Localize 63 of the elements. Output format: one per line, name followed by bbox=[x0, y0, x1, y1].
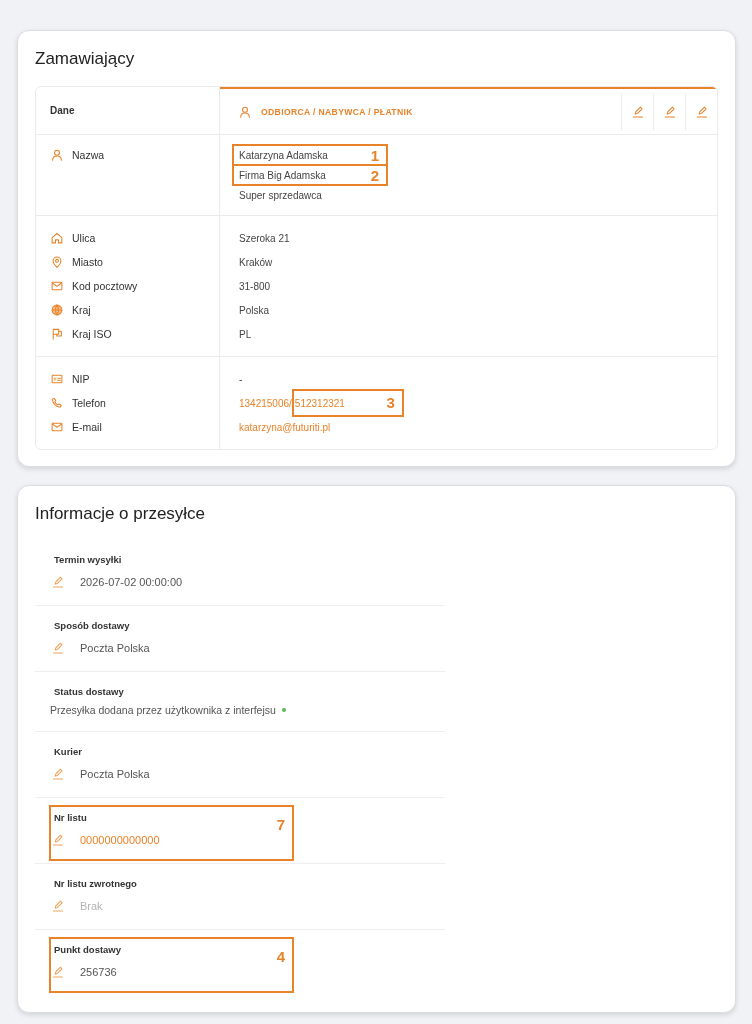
person-icon bbox=[239, 105, 251, 118]
card-title: Informacje o przesyłce bbox=[35, 503, 206, 525]
callout-number: 1 bbox=[369, 147, 380, 163]
tab[interactable]: ODBIORCA / NABYWCA / PŁATNIK bbox=[220, 89, 621, 134]
field-label: Kraj bbox=[72, 304, 91, 316]
id-card-icon bbox=[51, 373, 63, 385]
envelope-icon bbox=[51, 280, 63, 292]
field-label: Kraj ISO bbox=[72, 328, 112, 340]
house-icon bbox=[51, 232, 63, 244]
field-label: Telefon bbox=[72, 397, 106, 409]
globe-icon bbox=[51, 304, 63, 316]
field-value: Szeroka 21 bbox=[239, 232, 290, 244]
field-label: E-mail bbox=[72, 421, 102, 433]
phone-link[interactable]: 512312321 bbox=[294, 397, 345, 409]
field-value: PL bbox=[239, 328, 252, 340]
phone-icon bbox=[51, 397, 63, 409]
field-value: Poczta Polska bbox=[80, 642, 150, 654]
field-label: Kod pocztowy bbox=[72, 280, 138, 292]
callout-number: 2 bbox=[369, 167, 380, 183]
link[interactable]: 0000000000000 bbox=[80, 834, 160, 846]
status-text: Przesyłka dodana przez użytkownika z interfejsu bbox=[50, 704, 276, 716]
field-label: NIP bbox=[72, 373, 90, 385]
field-value: 31-800 bbox=[239, 280, 271, 292]
callout-number: 4 bbox=[275, 949, 286, 964]
field-label: Nazwa bbox=[72, 149, 105, 161]
field-value: Poczta Polska bbox=[80, 768, 150, 780]
field-label: Ulica bbox=[72, 232, 96, 244]
field-value: Super sprzedawca bbox=[239, 189, 322, 201]
map-pin-icon bbox=[51, 256, 63, 268]
field-value: - bbox=[239, 373, 243, 385]
pencil-icon bbox=[631, 105, 644, 118]
pencil-icon[interactable] bbox=[52, 834, 64, 846]
field-value: Polska bbox=[239, 304, 269, 316]
field-label: Punkt dostawy bbox=[54, 943, 122, 957]
field-label: Sposób dostawy bbox=[54, 619, 130, 633]
pencil-icon[interactable] bbox=[52, 642, 64, 654]
envelope-icon bbox=[51, 421, 63, 433]
callout-number: 7 bbox=[275, 817, 286, 832]
placeholder-text: Brak bbox=[80, 900, 103, 912]
pencil-icon bbox=[695, 105, 708, 118]
field-value: 2026-07-02 00:00:00 bbox=[80, 576, 183, 588]
card-title: Zamawiający bbox=[35, 48, 135, 70]
pencil-icon[interactable] bbox=[52, 900, 64, 912]
field-value: Kraków bbox=[239, 256, 273, 268]
email-link[interactable]: katarzyna@futuriti.pl bbox=[239, 421, 331, 433]
field-label: Miasto bbox=[72, 256, 103, 268]
pencil-icon bbox=[663, 105, 676, 118]
field-label: Kurier bbox=[54, 745, 82, 759]
field-label: Status dostawy bbox=[54, 685, 124, 699]
phone-link[interactable]: 134215006/ bbox=[239, 397, 292, 409]
callout-number: 3 bbox=[385, 395, 396, 410]
field-label: Nr listu bbox=[54, 811, 87, 825]
pencil-icon[interactable] bbox=[52, 966, 64, 978]
field-label: Nr listu zwrotnego bbox=[54, 877, 137, 891]
pencil-icon[interactable] bbox=[52, 576, 64, 588]
field-value: Firma Big Adamska bbox=[239, 169, 326, 181]
flag-icon bbox=[51, 328, 63, 340]
field-value: 256736 bbox=[80, 966, 117, 978]
pencil-icon[interactable] bbox=[52, 768, 64, 780]
field-value: Katarzyna Adamska bbox=[239, 149, 328, 161]
person-icon bbox=[51, 149, 63, 161]
column-header: Dane bbox=[50, 105, 75, 116]
field-label: Termin wysyłki bbox=[54, 553, 122, 567]
